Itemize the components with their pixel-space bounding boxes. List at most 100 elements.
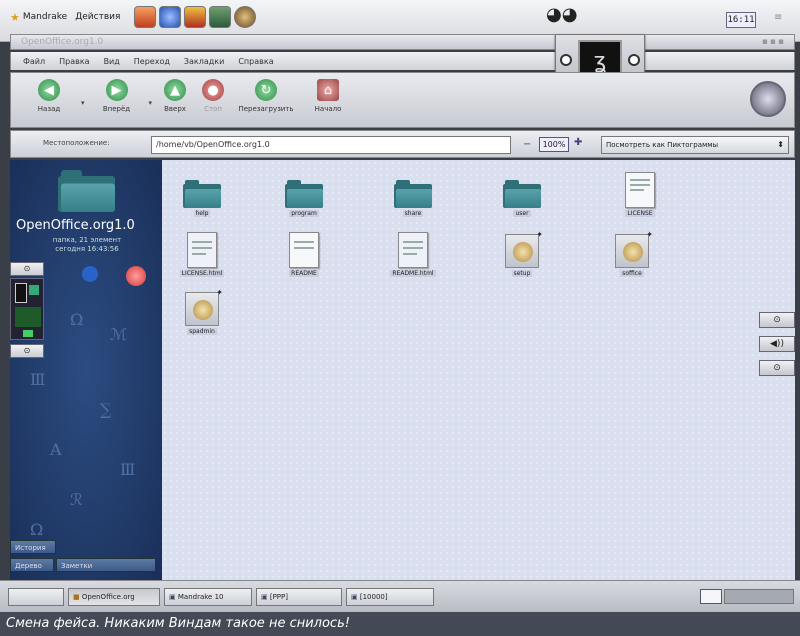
home-icon: ⌂ xyxy=(317,79,340,101)
menu-view[interactable]: Вид xyxy=(104,57,120,66)
file-item[interactable]: ✦ setup xyxy=(492,230,552,277)
settings-launcher-icon[interactable] xyxy=(234,6,257,28)
file-label: share xyxy=(402,210,424,217)
task-label: OpenOffice.org xyxy=(81,593,135,601)
panel-left: ★ Mandrake Действия xyxy=(10,6,257,28)
actions-menu-button[interactable]: Действия xyxy=(75,12,120,22)
up-button[interactable]: ▲ Вверх xyxy=(160,73,190,113)
reload-button[interactable]: ↻ Перезагрузить xyxy=(236,73,296,113)
stop-button[interactable]: ● Стоп xyxy=(198,73,228,113)
volume-icon[interactable]: ◀)) xyxy=(759,336,795,352)
panel-hide-icon[interactable]: ≡ xyxy=(774,12,788,28)
office-launcher-icon[interactable] xyxy=(184,6,207,28)
window-controls[interactable]: ▪▪▪ xyxy=(762,37,786,47)
back-arrow-icon: ◀ xyxy=(38,79,60,101)
back-label: Назад xyxy=(37,105,61,113)
window-task-icon: ▣ xyxy=(169,593,176,601)
sidebar-decoration: Ω xyxy=(70,310,84,329)
file-item[interactable]: share xyxy=(383,170,443,217)
sidebar-tab-history[interactable]: История xyxy=(10,540,56,554)
window-title: OpenOffice.org1.0 xyxy=(21,37,104,47)
executable-icon: ✦ xyxy=(505,230,543,268)
task-openoffice[interactable]: ■ OpenOffice.org xyxy=(68,588,160,606)
browser-launcher-icon[interactable] xyxy=(159,6,182,28)
window-titlebar[interactable]: OpenOffice.org1.0 ▪▪▪ xyxy=(10,34,795,50)
file-item[interactable]: ✦ spadmin xyxy=(172,288,232,335)
file-item[interactable]: README xyxy=(274,230,334,277)
file-label: LICENSE xyxy=(625,210,655,217)
task-10000[interactable]: ▣ [10000] xyxy=(346,588,434,606)
file-item[interactable]: README.html xyxy=(383,230,443,277)
menu-bookmarks[interactable]: Закладки xyxy=(184,57,224,66)
file-view[interactable]: help program share user LICENSE LICENSE.… xyxy=(162,160,795,580)
monitor-status-icon xyxy=(23,330,33,337)
zoom-out-icon[interactable]: − xyxy=(523,139,531,150)
location-bar: Местоположение: /home/vb/OpenOffice.org1… xyxy=(10,130,795,158)
folder-icon xyxy=(285,180,323,208)
menubar: Файл Правка Вид Переход Закладки Справка xyxy=(10,52,795,70)
location-label: Местоположение: xyxy=(43,139,110,147)
sidebar-item-count: папка, 21 элемент xyxy=(52,236,122,244)
applet-left-knob-icon[interactable] xyxy=(560,54,572,66)
main-menu-label: Mandrake xyxy=(22,12,68,22)
sidebar-decoration: ℛ xyxy=(70,490,83,509)
sidebar-date: сегодня 16:43:56 xyxy=(55,245,119,253)
folder-icon xyxy=(183,180,221,208)
menu-go[interactable]: Переход xyxy=(134,57,170,66)
monitor-graph-icon xyxy=(15,307,41,327)
throbber-icon xyxy=(750,81,786,117)
right-dock-button[interactable]: ⊙ xyxy=(759,312,795,328)
select-arrow-icon: ⬍ xyxy=(777,140,784,149)
file-item[interactable]: help xyxy=(172,170,232,217)
back-history-dropdown-icon[interactable]: ▾ xyxy=(81,99,85,107)
forward-history-dropdown-icon[interactable]: ▾ xyxy=(149,99,153,107)
forward-button[interactable]: ▶ Вперёд xyxy=(93,73,141,113)
main-menu-button[interactable]: ★ Mandrake xyxy=(10,11,67,24)
task-mandrake[interactable]: ▣ Mandrake 10 xyxy=(164,588,252,606)
zoom-in-icon[interactable]: ✚ xyxy=(574,137,582,148)
left-dock-monitor[interactable] xyxy=(10,278,44,340)
file-label: spadmin xyxy=(187,328,217,335)
left-dock-bottom-button[interactable]: ⊙ xyxy=(10,344,44,358)
toolbar: ◀ Назад ▾ ▶ Вперёд ▾ ▲ Вверх ● Стоп ↻ Пе… xyxy=(10,72,795,128)
right-dock-button[interactable]: ⊙ xyxy=(759,360,795,376)
file-item[interactable]: LICENSE xyxy=(610,170,670,217)
menu-edit[interactable]: Правка xyxy=(59,57,89,66)
monitor-led-icon xyxy=(29,285,39,295)
task-ppp[interactable]: ▣ [PPP] xyxy=(256,588,342,606)
zoom-level[interactable]: 100% xyxy=(539,137,569,152)
files-launcher-icon[interactable] xyxy=(209,6,232,28)
forward-arrow-icon: ▶ xyxy=(105,79,128,101)
workspace-switcher-active[interactable] xyxy=(700,589,722,604)
task-label: [10000] xyxy=(359,593,388,601)
applet-right-knob-icon[interactable] xyxy=(628,54,640,66)
terminal-launcher-icon[interactable] xyxy=(134,6,157,28)
home-button[interactable]: ⌂ Начало xyxy=(304,73,352,113)
file-item[interactable]: program xyxy=(274,170,334,217)
file-label: program xyxy=(289,210,319,217)
sidebar-tab-tree[interactable]: Дерево xyxy=(10,558,54,572)
file-label: LICENSE.html xyxy=(179,270,225,277)
menu-help[interactable]: Справка xyxy=(238,57,273,66)
file-item[interactable]: ✦ soffice xyxy=(602,230,662,277)
left-dock-top-button[interactable]: ⊙ xyxy=(10,262,44,276)
up-label: Вверх xyxy=(164,105,186,113)
file-item[interactable]: LICENSE.html xyxy=(172,230,232,277)
html-document-icon xyxy=(398,232,428,268)
emblem-blue-icon xyxy=(82,266,98,282)
menu-file[interactable]: Файл xyxy=(23,57,45,66)
location-input[interactable]: /home/vb/OpenOffice.org1.0 xyxy=(151,136,511,154)
file-item[interactable]: user xyxy=(492,170,552,217)
back-button[interactable]: ◀ Назад xyxy=(25,73,73,113)
sidebar-tab-notes[interactable]: Заметки xyxy=(56,558,156,572)
view-as-select[interactable]: Посмотреть как Пиктограммы ⬍ xyxy=(601,136,789,154)
sidebar-subtitle: папка, 21 элемент сегодня 16:43:56 xyxy=(32,236,142,254)
sidebar-decoration: A xyxy=(50,440,62,459)
sidebar-decoration: Ⅲ xyxy=(30,370,46,389)
sidebar-title: OpenOffice.org1.0 xyxy=(16,218,135,233)
workspace-switcher[interactable] xyxy=(724,589,794,604)
folder-icon xyxy=(394,180,432,208)
forward-label: Вперёд xyxy=(102,105,131,113)
html-document-icon xyxy=(187,232,217,268)
clock[interactable]: 16:11 xyxy=(726,12,756,28)
